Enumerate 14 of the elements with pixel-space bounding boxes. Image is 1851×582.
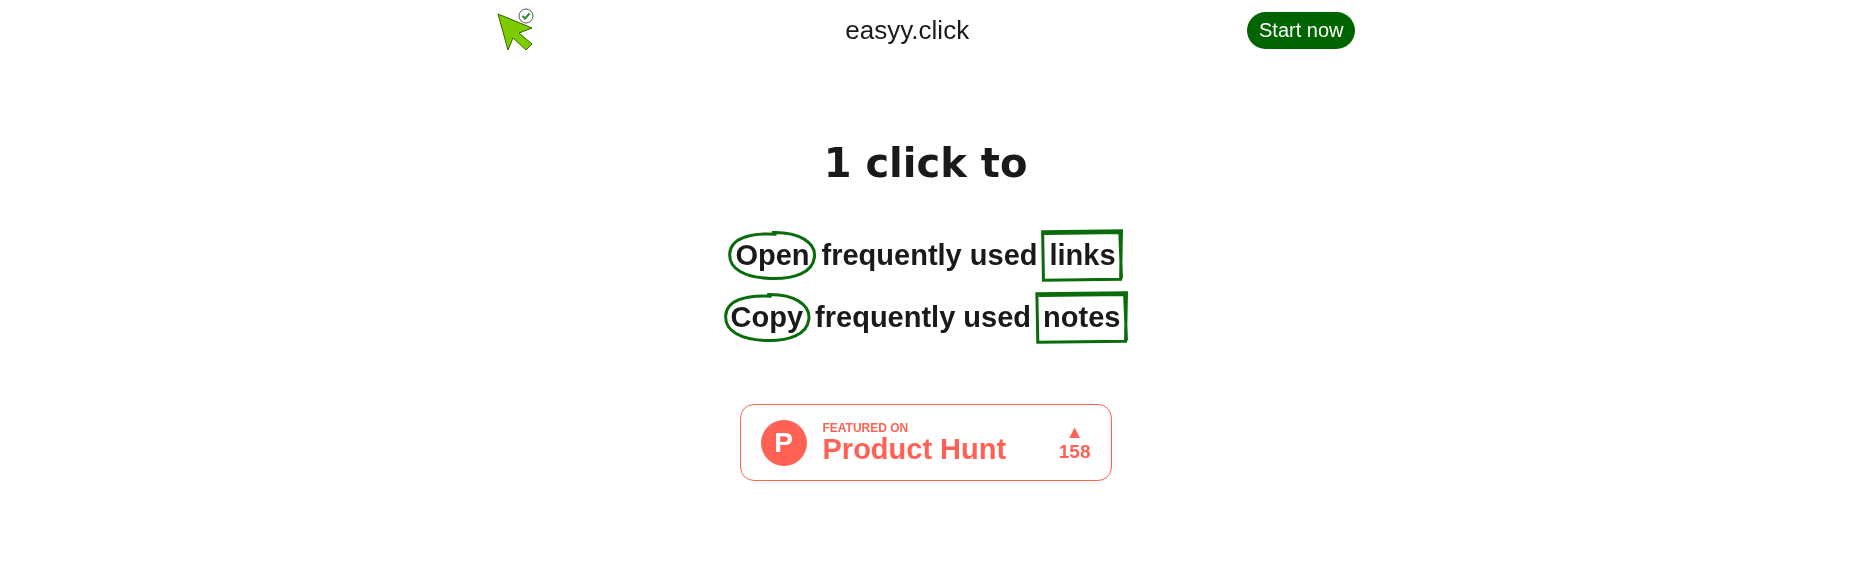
tagline-text: frequently used [815, 300, 1032, 334]
circled-word: Open [727, 229, 818, 281]
boxed-word: links [1041, 229, 1124, 281]
start-now-button[interactable]: Start now [1247, 11, 1356, 49]
boxed-word: notes [1035, 291, 1129, 343]
product-hunt-logo: P [760, 419, 807, 466]
site-name: easyy.click [845, 14, 970, 46]
vote-count: 158 [1058, 440, 1091, 463]
upvote-arrow: ▲ [1065, 422, 1084, 441]
tagline-text: frequently used [821, 238, 1038, 272]
heading: 1 click to [823, 140, 1028, 186]
featured-caption: FEATURED ON [822, 421, 910, 435]
circled-word: Copy [722, 291, 812, 343]
product-name: Product Hunt [822, 435, 1008, 464]
